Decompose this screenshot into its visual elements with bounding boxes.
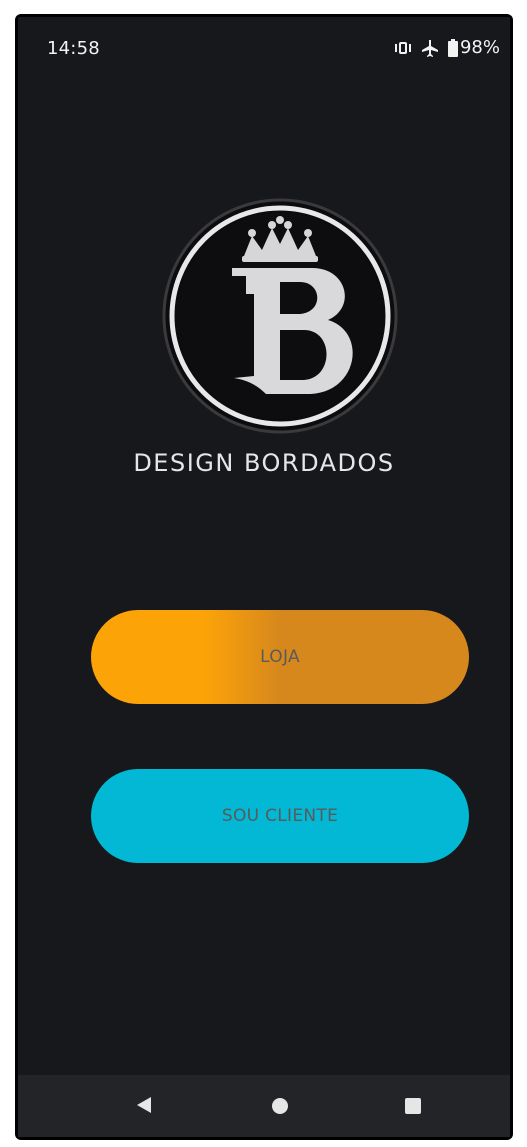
vibrate-icon bbox=[394, 40, 412, 56]
loja-button-label: LOJA bbox=[260, 647, 300, 667]
sou-cliente-button[interactable]: SOU CLIENTE bbox=[91, 769, 469, 863]
battery-icon bbox=[447, 38, 458, 57]
airplane-icon bbox=[421, 39, 439, 57]
battery-percentage: 98% bbox=[459, 37, 500, 58]
sou-cliente-button-label: SOU CLIENTE bbox=[221, 806, 339, 826]
status-bar: 14:58 98% bbox=[18, 17, 510, 75]
battery-indicator: 98% bbox=[447, 37, 500, 58]
crown-b-logo bbox=[162, 198, 398, 434]
recents-icon[interactable] bbox=[404, 1097, 422, 1119]
device-frame: 14:58 98% DESIGN BORDADOS LOJA SOU CLIEN… bbox=[0, 0, 527, 1147]
home-icon[interactable] bbox=[271, 1097, 289, 1119]
navigation-bar bbox=[18, 1075, 510, 1137]
phone-bezel: 14:58 98% DESIGN BORDADOS LOJA SOU CLIEN… bbox=[15, 14, 513, 1140]
status-icons: 98% bbox=[394, 37, 500, 58]
brand-name: DESIGN BORDADOS bbox=[133, 449, 395, 477]
loja-button[interactable]: LOJA bbox=[91, 610, 469, 704]
status-time: 14:58 bbox=[47, 38, 100, 59]
app-screen: 14:58 98% DESIGN BORDADOS LOJA SOU CLIEN… bbox=[18, 17, 510, 1137]
back-icon[interactable] bbox=[135, 1095, 153, 1119]
